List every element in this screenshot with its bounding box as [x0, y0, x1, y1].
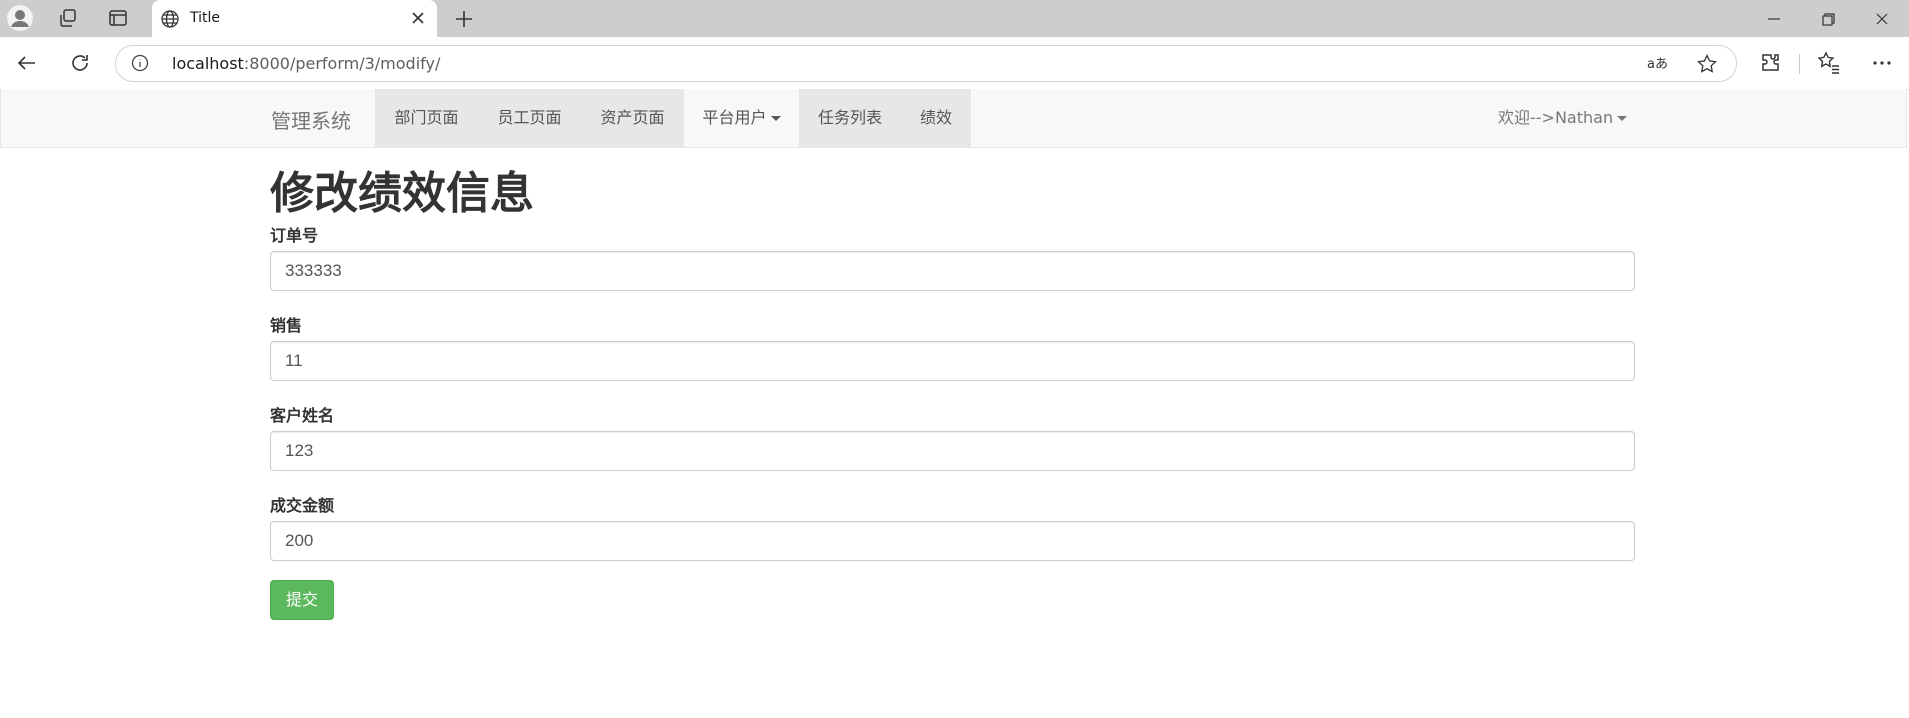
submit-button[interactable]: 提交: [270, 580, 334, 620]
tab-active[interactable]: Title: [152, 0, 437, 37]
deal-amount-input[interactable]: [270, 521, 1635, 561]
nav-item-label: 平台用户: [702, 108, 767, 127]
url-input[interactable]: localhost:8000/perform/3/modify/ aあ: [115, 45, 1737, 82]
deal-amount-label: 成交金额: [270, 496, 335, 515]
site-info-icon[interactable]: [131, 54, 149, 72]
back-icon[interactable]: [14, 50, 40, 76]
profile-icon[interactable]: [4, 4, 36, 32]
refresh-icon[interactable]: [67, 50, 93, 76]
url-text: localhost:8000/perform/3/modify/: [172, 54, 440, 73]
user-menu[interactable]: 欢迎-->Nathan: [1498, 89, 1628, 147]
nav-item-platform-users[interactable]: 平台用户: [684, 89, 799, 147]
order-number-label: 订单号: [270, 226, 319, 245]
nav-item-label: 任务列表: [817, 108, 882, 127]
more-menu-icon[interactable]: [1869, 50, 1895, 76]
nav-item-performance[interactable]: 绩效: [901, 89, 971, 147]
close-window-icon[interactable]: [1868, 7, 1896, 31]
tab-actions-icon[interactable]: [102, 4, 134, 32]
workspaces-icon[interactable]: [52, 4, 84, 32]
page-title: 修改绩效信息: [270, 168, 534, 219]
customer-name-label: 客户姓名: [270, 406, 335, 425]
url-host: localhost: [172, 54, 244, 73]
nav-item-label: 部门页面: [394, 108, 459, 127]
nav-item-label: 员工页面: [497, 108, 562, 127]
sales-input[interactable]: [270, 341, 1635, 381]
read-aloud-icon[interactable]: aあ: [1646, 53, 1668, 73]
minimize-icon[interactable]: [1760, 7, 1788, 31]
svg-text:aあ: aあ: [1647, 57, 1668, 72]
brand-link[interactable]: 管理系统: [271, 105, 351, 134]
tab-title: Title: [190, 10, 221, 26]
sales-label: 销售: [270, 316, 303, 335]
favorites-icon[interactable]: [1816, 50, 1842, 76]
nav-item-assets[interactable]: 资产页面: [581, 89, 684, 147]
nav-item-label: 资产页面: [600, 108, 665, 127]
nav-item-employee[interactable]: 员工页面: [478, 89, 581, 147]
customer-name-input[interactable]: [270, 431, 1635, 471]
order-number-input[interactable]: [270, 251, 1635, 291]
new-tab-icon[interactable]: [452, 7, 476, 31]
caret-down-icon: [1617, 116, 1628, 121]
nav-item-task-list[interactable]: 任务列表: [799, 89, 901, 147]
url-path: :8000/perform/3/modify/: [243, 54, 441, 73]
toolbar-divider: [1799, 54, 1800, 74]
welcome-text: 欢迎-->Nathan: [1498, 108, 1614, 127]
close-tab-icon[interactable]: [409, 9, 427, 27]
extensions-icon[interactable]: [1758, 50, 1784, 76]
address-bar-row: localhost:8000/perform/3/modify/ aあ: [0, 37, 1909, 90]
browser-tab-bar: Title: [0, 0, 1909, 37]
caret-down-icon: [770, 116, 781, 121]
site-navbar: 管理系统 部门页面 员工页面 资产页面 平台用户 任务列表 绩效 欢迎-->Na…: [0, 89, 1907, 148]
globe-icon: [161, 10, 179, 28]
nav-item-label: 绩效: [919, 108, 952, 127]
favorite-star-icon[interactable]: [1696, 53, 1718, 75]
nav-item-department[interactable]: 部门页面: [375, 89, 478, 147]
restore-icon[interactable]: [1814, 7, 1842, 31]
